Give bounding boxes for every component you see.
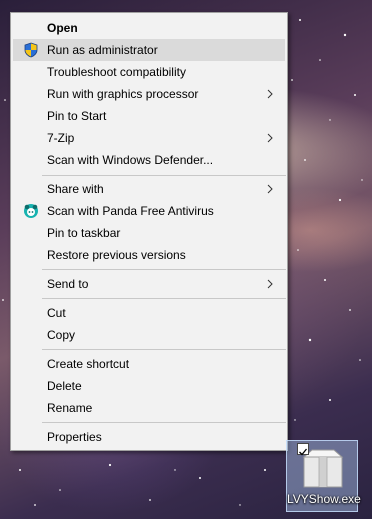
menu-item-troubleshoot-compatibility[interactable]: Troubleshoot compatibility (13, 61, 285, 83)
menu-item-label: Rename (47, 401, 93, 415)
menu-item-label: Run as administrator (47, 43, 158, 57)
menu-item-properties[interactable]: Properties (13, 426, 285, 448)
menu-item-pin-to-start[interactable]: Pin to Start (13, 105, 285, 127)
menu-separator (42, 175, 286, 176)
menu-item-run-as-administrator[interactable]: Run as administrator (13, 39, 285, 61)
menu-item-scan-with-panda[interactable]: Scan with Panda Free Antivirus (13, 200, 285, 222)
chevron-right-icon (265, 273, 275, 295)
menu-item-label: Scan with Panda Free Antivirus (47, 204, 214, 218)
file-name-label: LVYShow.exe (287, 492, 361, 506)
menu-item-send-to[interactable]: Send to (13, 273, 285, 295)
menu-item-label: 7-Zip (47, 131, 75, 145)
menu-item-restore-previous-versions[interactable]: Restore previous versions (13, 244, 285, 266)
chevron-right-icon (265, 83, 275, 105)
menu-item-label: Cut (47, 306, 66, 320)
menu-item-7-zip[interactable]: 7-Zip (13, 127, 285, 149)
chevron-right-icon (265, 127, 275, 149)
menu-item-label: Create shortcut (47, 357, 130, 371)
menu-separator (42, 349, 286, 350)
menu-item-label: Troubleshoot compatibility (47, 65, 186, 79)
menu-item-label: Send to (47, 277, 89, 291)
menu-item-label: Run with graphics processor (47, 87, 199, 101)
menu-item-label: Scan with Windows Defender... (47, 153, 214, 167)
chevron-right-icon (265, 178, 275, 200)
menu-item-delete[interactable]: Delete (13, 375, 285, 397)
menu-item-label: Open (47, 21, 78, 35)
menu-item-label: Restore previous versions (47, 248, 186, 262)
menu-item-label: Pin to Start (47, 109, 107, 123)
menu-item-run-with-graphics-processor[interactable]: Run with graphics processor (13, 83, 285, 105)
menu-separator (42, 298, 286, 299)
menu-item-label: Delete (47, 379, 82, 393)
menu-item-rename[interactable]: Rename (13, 397, 285, 419)
menu-item-pin-to-taskbar[interactable]: Pin to taskbar (13, 222, 285, 244)
menu-separator (42, 422, 286, 423)
uac-shield-icon (23, 42, 39, 58)
menu-item-share-with[interactable]: Share with (13, 178, 285, 200)
panda-antivirus-icon (23, 203, 39, 219)
menu-item-cut[interactable]: Cut (13, 302, 285, 324)
menu-item-open[interactable]: Open (13, 17, 285, 39)
checkbox[interactable] (297, 443, 309, 456)
desktop-file-icon[interactable]: LVYShow.exe (286, 440, 361, 512)
menu-item-label: Copy (47, 328, 76, 342)
menu-item-label: Pin to taskbar (47, 226, 121, 240)
context-menu: Open Run as administrator Troubleshoot c… (10, 12, 288, 451)
menu-item-copy[interactable]: Copy (13, 324, 285, 346)
menu-separator (42, 269, 286, 270)
menu-item-label: Share with (47, 182, 104, 196)
menu-item-scan-with-windows-defender[interactable]: Scan with Windows Defender... (13, 149, 285, 171)
menu-item-create-shortcut[interactable]: Create shortcut (13, 353, 285, 375)
menu-item-label: Properties (47, 430, 102, 444)
